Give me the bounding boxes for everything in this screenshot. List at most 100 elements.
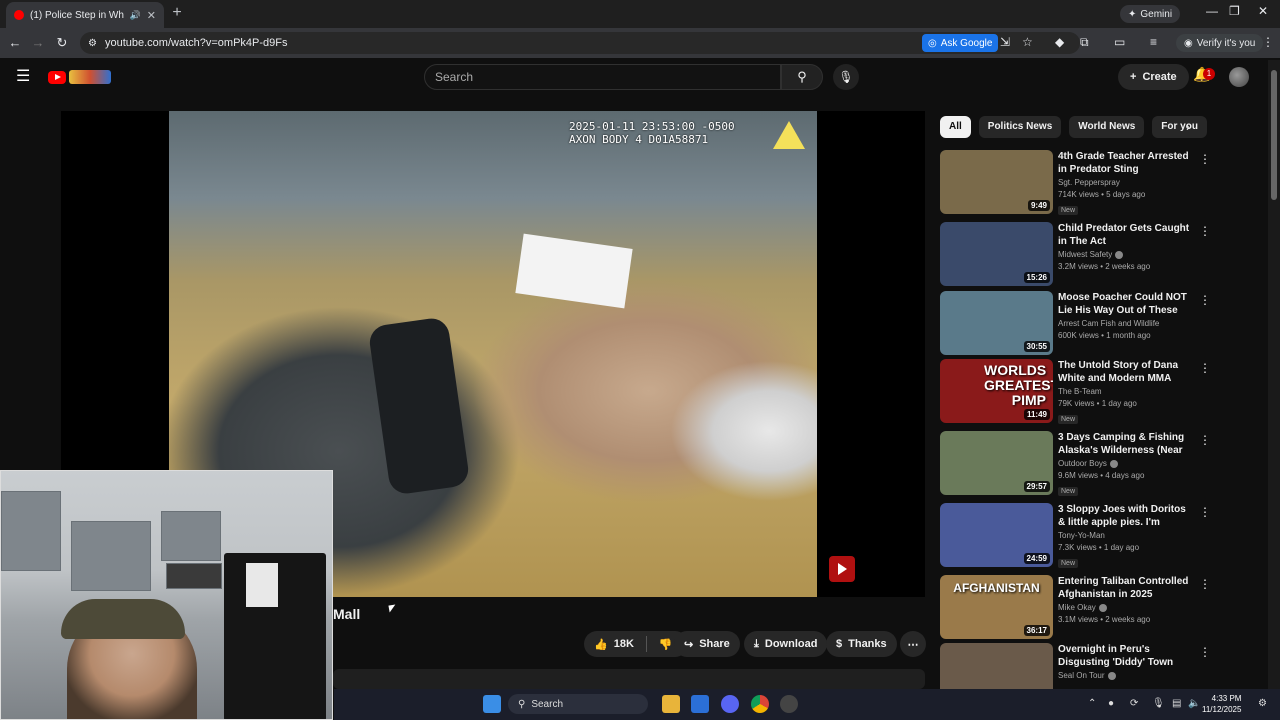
channel-name[interactable]: Sgt. Pepperspray (1058, 178, 1120, 187)
video-title-link[interactable]: Child Predator Gets Caught in The Act (1058, 222, 1193, 248)
video-thumbnail[interactable]: 30:55 (940, 291, 1053, 355)
video-title-link[interactable]: Entering Taliban Controlled Afghanistan … (1058, 575, 1193, 601)
tray-settings-icon[interactable]: ⚙ (1258, 698, 1267, 709)
recommendation-item[interactable]: 30:55 Moose Poacher Could NOT Lie His Way… (940, 291, 1215, 357)
forward-icon[interactable]: → (29, 34, 47, 52)
more-vertical-icon[interactable]: ⋮ (1199, 645, 1211, 659)
video-title-link[interactable]: Moose Poacher Could NOT Lie His Way Out … (1058, 291, 1193, 317)
tray-volume-icon[interactable]: 🔈 (1188, 698, 1200, 709)
channel-watermark-icon[interactable] (829, 556, 855, 582)
gemini-button[interactable]: ✦ Gemini (1120, 5, 1181, 23)
recommendation-item[interactable]: 15:26 Child Predator Gets Caught in The A… (940, 222, 1215, 288)
extensions-puzzle-icon[interactable]: ⧉ (1080, 35, 1089, 50)
like-count[interactable]: 18K (614, 638, 634, 650)
back-icon[interactable]: ← (6, 34, 24, 52)
taskbar-search[interactable]: ⚲ Search (508, 694, 648, 714)
channel-name[interactable]: Seal On Tour (1058, 671, 1105, 680)
video-title-link[interactable]: 4th Grade Teacher Arrested in Predator S… (1058, 150, 1193, 176)
channel-name[interactable]: Midwest Safety (1058, 250, 1112, 259)
video-thumbnail[interactable]: AFGHANISTAN 36:17 (940, 575, 1053, 639)
chip-world-news[interactable]: World News (1069, 116, 1145, 138)
thanks-button[interactable]: $ Thanks (826, 631, 897, 657)
ask-google-button[interactable]: ◎ Ask Google (922, 34, 999, 52)
store-icon[interactable] (691, 695, 709, 713)
video-title-link[interactable]: 3 Sloppy Joes with Doritos & little appl… (1058, 503, 1193, 529)
account-avatar[interactable] (1229, 67, 1249, 87)
clock-time: 4:33 PM (1211, 694, 1242, 703)
video-title-link[interactable]: The Untold Story of Dana White and Moder… (1058, 359, 1193, 385)
video-title-link[interactable]: 3 Days Camping & Fishing Alaska's Wilder… (1058, 431, 1193, 457)
search-input[interactable]: Search (424, 64, 781, 90)
browser-tab[interactable]: (1) Police Step in When Cre 🔊 ✕ (6, 2, 164, 28)
more-vertical-icon[interactable]: ⋮ (1199, 505, 1211, 519)
description-box[interactable] (333, 669, 925, 689)
chip-all[interactable]: All (940, 116, 971, 138)
voice-search-button[interactable]: 🎙 (833, 64, 859, 90)
chrome-menu-icon[interactable]: ⋮ (1262, 35, 1274, 49)
reload-icon[interactable]: ↻ (53, 34, 71, 52)
tab-close-icon[interactable]: ✕ (147, 9, 156, 22)
app-icon[interactable] (780, 695, 798, 713)
channel-name-row: Sgt. Pepperspray (1058, 178, 1193, 187)
start-windows-icon[interactable] (483, 695, 501, 713)
new-tab-button[interactable]: + (168, 4, 186, 22)
like-icon[interactable]: 👍 (594, 638, 608, 651)
dislike-icon[interactable]: 👎 (659, 638, 673, 651)
reading-list-icon[interactable]: ≡ (1150, 35, 1157, 49)
tray-app-icon[interactable]: ● (1108, 698, 1114, 709)
discord-icon[interactable] (721, 695, 739, 713)
close-window-icon[interactable]: ✕ (1258, 4, 1268, 18)
recommendation-item[interactable]: 9:49 4th Grade Teacher Arrested in Predat… (940, 150, 1215, 216)
tray-chevron-up-icon[interactable]: ⌃ (1088, 698, 1096, 709)
minimize-icon[interactable]: — (1206, 4, 1218, 18)
tray-mic-icon[interactable]: 🎙 (1152, 698, 1165, 709)
side-panel-icon[interactable]: ▭ (1114, 35, 1125, 49)
more-actions-button[interactable]: ⋯ (900, 631, 926, 657)
video-thumbnail[interactable]: 24:59 (940, 503, 1053, 567)
recommendation-item[interactable]: 29:57 3 Days Camping & Fishing Alaska's W… (940, 431, 1215, 497)
share-button[interactable]: ↪ Share (674, 631, 740, 657)
install-icon[interactable]: ⇲ (1000, 35, 1010, 49)
download-button[interactable]: ⤓ Download (744, 631, 828, 657)
video-thumbnail[interactable]: 15:26 (940, 222, 1053, 286)
channel-name[interactable]: The B-Team (1058, 387, 1102, 396)
file-explorer-icon[interactable] (662, 695, 680, 713)
more-vertical-icon[interactable]: ⋮ (1199, 152, 1211, 166)
extension-diamond-icon[interactable]: ◆ (1055, 35, 1064, 49)
more-vertical-icon[interactable]: ⋮ (1199, 433, 1211, 447)
scrollbar-thumb[interactable] (1271, 70, 1277, 200)
taskbar-clock[interactable]: 4:33 PM 11/12/2025 (1202, 693, 1241, 715)
video-stats: 7.3K views • 1 day ago (1058, 543, 1140, 552)
video-thumbnail[interactable]: WORLDS GREATEST PIMP 11:49 (940, 359, 1053, 423)
more-vertical-icon[interactable]: ⋮ (1199, 577, 1211, 591)
recommendation-item[interactable]: WORLDS GREATEST PIMP 11:49 The Untold Stor… (940, 359, 1215, 425)
tray-sync-icon[interactable]: ⟳ (1130, 698, 1138, 709)
chrome-icon[interactable] (751, 695, 769, 713)
bookmark-star-icon[interactable]: ☆ (1022, 35, 1033, 49)
verify-profile-button[interactable]: ◉ Verify it's you (1176, 34, 1264, 52)
channel-name[interactable]: Mike Okay (1058, 603, 1096, 612)
more-vertical-icon[interactable]: ⋮ (1199, 361, 1211, 375)
chevron-right-icon[interactable]: › (1186, 120, 1190, 134)
chip-politics-news[interactable]: Politics News (978, 116, 1062, 138)
tray-network-icon[interactable]: ▤ (1172, 698, 1181, 709)
video-thumbnail[interactable]: 9:49 (940, 150, 1053, 214)
more-vertical-icon[interactable]: ⋮ (1199, 293, 1211, 307)
channel-name[interactable]: Arrest Cam Fish and Wildlife (1058, 319, 1159, 328)
menu-icon[interactable]: ☰ (16, 68, 34, 86)
video-title-link[interactable]: Overnight in Peru's Disgusting 'Diddy' T… (1058, 643, 1193, 669)
video-thumbnail[interactable]: 29:57 (940, 431, 1053, 495)
recommendation-item[interactable]: AFGHANISTAN 36:17 Entering Taliban Control… (940, 575, 1215, 641)
tab-audio-icon[interactable]: 🔊 (130, 10, 141, 21)
channel-name[interactable]: Tony-Yo-Man (1058, 531, 1105, 540)
search-button[interactable]: ⚲ (781, 64, 823, 90)
site-info-icon[interactable]: ⚙ (88, 38, 97, 49)
youtube-logo[interactable] (48, 68, 112, 86)
more-vertical-icon[interactable]: ⋮ (1199, 224, 1211, 238)
chip-for-you[interactable]: For you (1152, 116, 1207, 138)
maximize-icon[interactable]: ❐ (1229, 4, 1240, 18)
new-badge: New (1058, 487, 1079, 496)
create-button[interactable]: + Create (1118, 64, 1189, 90)
channel-name[interactable]: Outdoor Boys (1058, 459, 1107, 468)
recommendation-item[interactable]: 24:59 3 Sloppy Joes with Doritos & little… (940, 503, 1215, 569)
